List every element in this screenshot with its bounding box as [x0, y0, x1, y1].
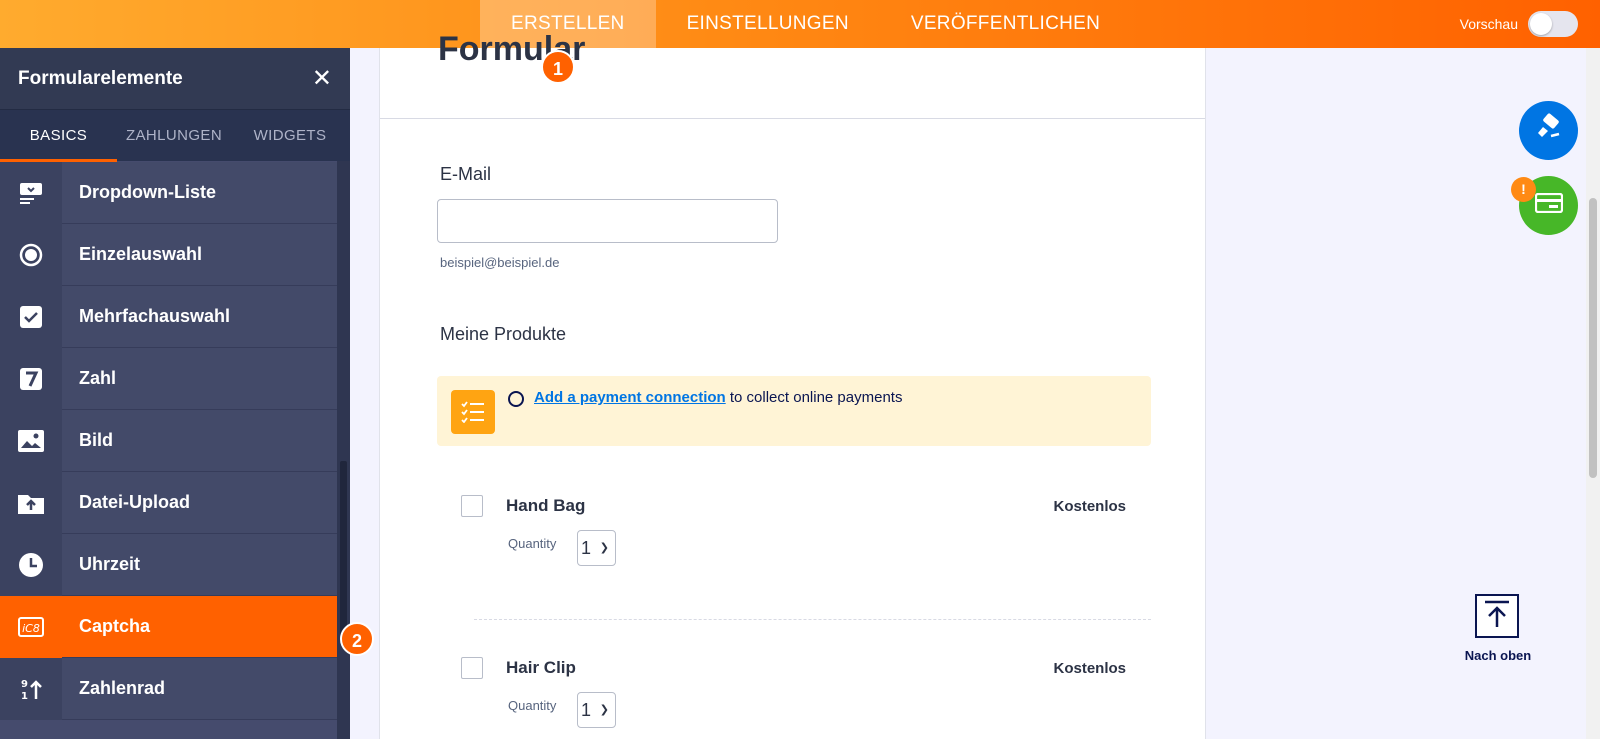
preview-label: Vorschau: [1459, 16, 1518, 32]
sidebar-item-file-upload[interactable]: Datei-Upload: [0, 471, 337, 534]
sidebar-element-list: Dropdown-Liste Einzelauswahl Mehrfachaus…: [0, 161, 337, 720]
page-scroll-thumb[interactable]: [1589, 198, 1597, 478]
paint-roller-icon: [1534, 113, 1564, 148]
step-badge-1: 1: [541, 50, 575, 84]
add-payment-connection-link[interactable]: Add a payment connection: [534, 389, 726, 406]
svg-text:1: 1: [21, 691, 28, 701]
dropdown-icon: [0, 161, 62, 224]
sidebar-title: Formularelemente: [18, 67, 183, 89]
sidebar-item-label: Zahlenrad: [79, 678, 166, 698]
quantity-value: 1: [581, 700, 592, 720]
credit-card-icon: [1534, 192, 1563, 218]
quantity-select[interactable]: 1 ❯: [577, 692, 616, 728]
products-label[interactable]: Meine Produkte: [440, 324, 566, 345]
sidebar-item-time[interactable]: Uhrzeit: [0, 533, 337, 596]
product-list-icon: [451, 390, 495, 434]
number-icon: [0, 347, 62, 410]
scroll-to-top-label: Nach oben: [1464, 648, 1532, 663]
form-canvas: Formular E-Mail beispiel@beispiel.de Mei…: [379, 30, 1206, 739]
product-checkbox[interactable]: [461, 495, 483, 517]
sidebar-item-label: Zahl: [79, 368, 117, 388]
sidebar-item-single-choice[interactable]: Einzelauswahl: [0, 223, 337, 286]
sidebar-header: Formularelemente ✕: [0, 48, 350, 109]
toggle-knob: [1530, 13, 1552, 35]
step-badge-2: 2: [340, 622, 374, 656]
image-icon: [0, 409, 62, 472]
sidebar-item-multiple-choice[interactable]: Mehrfachauswahl: [0, 285, 337, 348]
quantity-label: Quantity: [508, 698, 557, 713]
form-designer-button[interactable]: [1519, 101, 1578, 160]
sidebar-item-number[interactable]: Zahl: [0, 347, 337, 410]
sidebar-item-spinner[interactable]: 91 Zahlenrad: [0, 657, 337, 720]
email-sublabel: beispiel@beispiel.de: [440, 255, 560, 270]
sidebar-item-label: Dropdown-Liste: [79, 182, 216, 202]
sidebar-scroll-thumb[interactable]: [340, 461, 347, 636]
top-bar: ERSTELLEN EINSTELLUNGEN VERÖFFENTLICHEN …: [0, 0, 1600, 48]
email-field[interactable]: [437, 199, 778, 243]
sidebar-item-label: Datei-Upload: [79, 492, 191, 512]
email-label[interactable]: E-Mail: [440, 164, 491, 185]
preview-toggle[interactable]: [1528, 11, 1578, 37]
sidebar-item-label: Einzelauswahl: [79, 244, 203, 264]
spinner-icon: 91: [0, 657, 62, 720]
tab-einstellungen[interactable]: EINSTELLUNGEN: [656, 0, 880, 48]
svg-text:iC8: iC8: [22, 622, 40, 635]
chevron-down-icon: ❯: [599, 542, 609, 554]
svg-text:9: 9: [21, 679, 28, 690]
preview-control: Vorschau: [1460, 0, 1578, 48]
sidebar-tabs: BASICS ZAHLUNGEN WIDGETS: [0, 109, 350, 162]
sidebar-item-captcha[interactable]: iC8 Captcha: [0, 595, 337, 658]
warning-badge: !: [1511, 177, 1536, 202]
form-divider: [380, 118, 1205, 119]
checkbox-icon: [0, 285, 62, 348]
sidebar-item-image[interactable]: Bild: [0, 409, 337, 472]
payment-notice: Add a payment connection to collect onli…: [437, 376, 1151, 446]
product-price: Kostenlos: [1053, 498, 1126, 515]
sidebar-item-label: Mehrfachauswahl: [79, 306, 231, 326]
product-price: Kostenlos: [1053, 660, 1126, 677]
product-name: Hair Clip: [506, 658, 576, 677]
payment-notice-suffix: to collect online payments: [725, 389, 903, 406]
form-elements-sidebar: Formularelemente ✕ BASICS ZAHLUNGEN WIDG…: [0, 48, 350, 739]
sidebar-tab-basics[interactable]: BASICS: [0, 110, 117, 162]
payment-notice-text: Add a payment connection to collect onli…: [534, 389, 902, 406]
page-scrollbar[interactable]: [1586, 48, 1600, 739]
quantity-value: 1: [581, 538, 592, 558]
sidebar-item-label: Uhrzeit: [79, 554, 141, 574]
scroll-to-top-button[interactable]: [1475, 594, 1519, 638]
sidebar-item-dropdown[interactable]: Dropdown-Liste: [0, 161, 337, 224]
tab-veroeffentlichen[interactable]: VERÖFFENTLICHEN: [880, 0, 1131, 48]
quantity-select[interactable]: 1 ❯: [577, 530, 616, 566]
status-circle-icon: [508, 391, 524, 407]
product-separator: [474, 619, 1151, 620]
clock-icon: [0, 533, 62, 596]
sidebar-item-label: Captcha: [79, 616, 151, 636]
arrow-up-icon: [1482, 599, 1512, 634]
product-name: Hand Bag: [506, 496, 586, 515]
upload-icon: [0, 471, 62, 534]
chevron-down-icon: ❯: [599, 704, 609, 716]
sidebar-tab-widgets[interactable]: WIDGETS: [231, 110, 349, 162]
quantity-label: Quantity: [508, 536, 557, 551]
captcha-icon: iC8: [0, 595, 62, 658]
sidebar-tab-zahlungen[interactable]: ZAHLUNGEN: [117, 110, 231, 162]
sidebar-item-label: Bild: [79, 430, 113, 450]
close-icon[interactable]: ✕: [312, 64, 332, 93]
radio-icon: [0, 223, 62, 286]
product-checkbox[interactable]: [461, 657, 483, 679]
